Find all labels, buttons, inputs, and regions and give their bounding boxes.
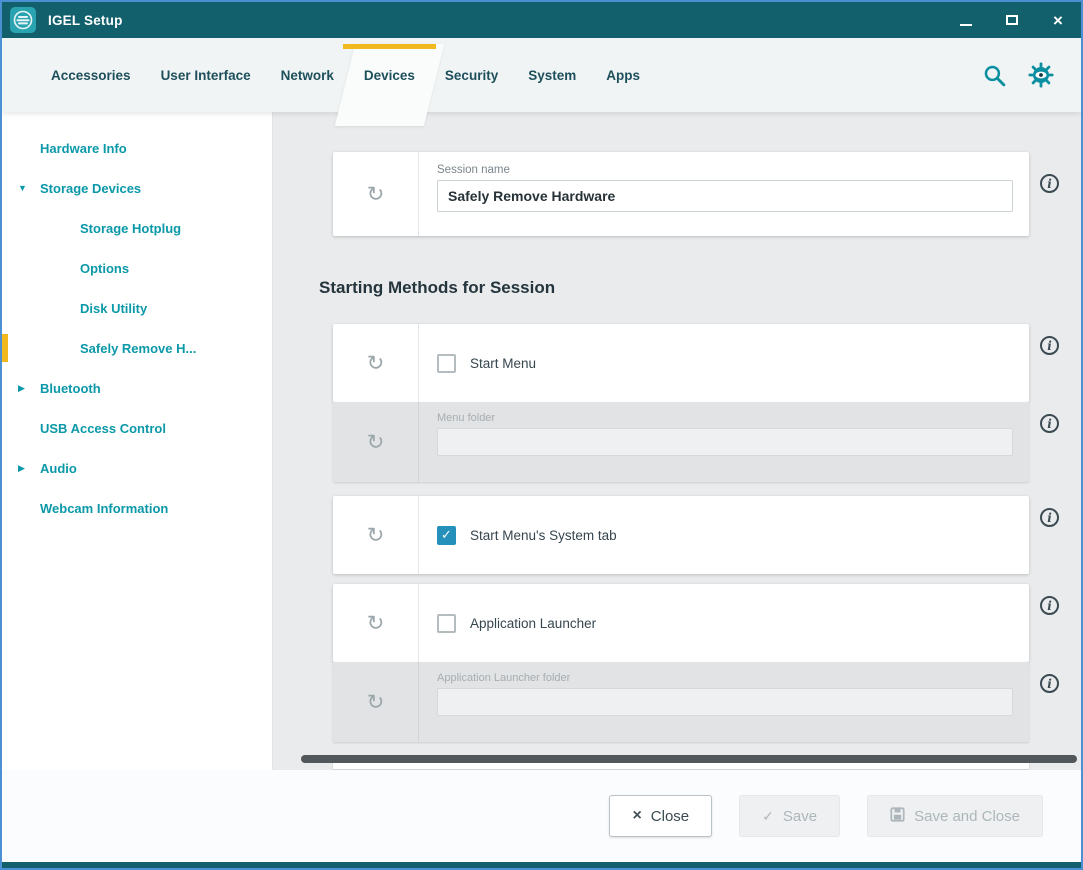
start-menu-system-tab-row: ↻ Start Menu's System tab i [333,496,1059,574]
sidebar-item-audio[interactable]: ▶Audio [2,448,272,488]
save-and-close-button[interactable]: Save and Close [867,795,1043,837]
start-menu-label: Start Menu [470,356,536,371]
sidebar: Hardware Info ▼Storage Devices Storage H… [2,112,273,770]
close-window-button[interactable]: × [1035,2,1081,38]
close-button-label: Close [651,808,689,825]
bottom-strip [2,862,1081,868]
sidebar-item-webcam-information[interactable]: Webcam Information [2,488,272,528]
expander-collapsed-icon[interactable]: ▶ [18,463,32,474]
sidebar-item-options[interactable]: Options [2,248,272,288]
save-button[interactable]: ✓ Save [739,795,840,837]
tab-apps[interactable]: Apps [591,38,655,112]
expander-expanded-icon[interactable]: ▼ [18,183,32,193]
menu-folder-input[interactable] [437,428,1013,456]
tab-bar: Accessories User Interface Network Devic… [2,38,1081,112]
window-body: Hardware Info ▼Storage Devices Storage H… [2,112,1081,770]
application-launcher-folder-info-icon[interactable]: i [1040,674,1059,693]
save-and-close-button-label: Save and Close [914,808,1020,825]
reset-parameter-button[interactable]: ↻ [333,152,419,236]
reset-parameter-button[interactable]: ↻ [333,496,419,574]
igel-logo-icon [10,7,36,33]
reset-icon: ↻ [367,432,385,453]
footer-bar: × Close ✓ Save Save and Close [2,770,1081,862]
maximize-button[interactable] [989,2,1035,38]
menu-folder-row: ↻ Menu folder i [333,402,1059,482]
session-name-row: ↻ Session name i [333,152,1059,236]
session-name-label: Session name [437,164,1013,176]
section-title: Starting Methods for Session [319,278,1059,298]
gear-eye-icon[interactable] [1027,61,1055,89]
settings-panel: ↻ Session name i Starting Methods for Se… [273,112,1081,770]
menu-folder-label: Menu folder [437,412,1013,424]
reset-parameter-button[interactable]: ↻ [333,584,419,662]
application-launcher-info-icon[interactable]: i [1040,596,1059,615]
application-launcher-folder-row: ↻ Application Launcher folder i [333,662,1059,742]
start-menu-row: ↻ Start Menu i [333,324,1059,402]
reset-icon: ↻ [367,353,385,374]
reset-icon: ↻ [367,184,385,205]
application-launcher-folder-label: Application Launcher folder [437,672,1013,684]
search-icon[interactable] [982,63,1007,88]
minimize-button[interactable] [943,2,989,38]
save-disk-icon [890,807,905,825]
application-launcher-checkbox[interactable] [437,614,456,633]
start-menu-system-tab-checkbox[interactable] [437,526,456,545]
start-menu-system-tab-info-icon[interactable]: i [1040,508,1059,527]
sidebar-item-safely-remove-hardware[interactable]: Safely Remove H... [2,328,272,368]
horizontal-scrollbar[interactable] [301,755,1077,763]
reset-icon: ↻ [367,692,385,713]
window-controls: × [943,2,1081,38]
sidebar-item-bluetooth[interactable]: ▶Bluetooth [2,368,272,408]
minimize-icon [960,24,972,26]
reset-parameter-button[interactable]: ↻ [333,662,419,742]
sidebar-item-usb-access-control[interactable]: USB Access Control [2,408,272,448]
start-menu-group: ↻ Start Menu i ↻ Menu folder [319,324,1059,482]
save-button-label: Save [783,808,817,825]
window-close-icon: × [1053,12,1063,29]
session-name-input[interactable] [437,180,1013,212]
menu-folder-info-icon[interactable]: i [1040,414,1059,433]
tabbar-tools [982,38,1081,112]
titlebar: IGEL Setup × [2,2,1081,38]
save-check-icon: ✓ [762,808,774,825]
tab-user-interface[interactable]: User Interface [146,38,266,112]
session-name-card: ↻ Session name [333,152,1029,236]
sidebar-item-storage-hotplug[interactable]: Storage Hotplug [2,208,272,248]
application-launcher-folder-input[interactable] [437,688,1013,716]
reset-parameter-button[interactable]: ↻ [333,402,419,482]
igel-setup-window: IGEL Setup × Accessories User Interface … [0,0,1083,870]
window-title: IGEL Setup [48,13,123,28]
reset-icon: ↻ [367,525,385,546]
session-name-field: Session name [419,152,1029,236]
tab-network[interactable]: Network [266,38,349,112]
tab-accessories[interactable]: Accessories [36,38,146,112]
sidebar-item-storage-devices[interactable]: ▼Storage Devices [2,168,272,208]
application-launcher-row: ↻ Application Launcher i [333,584,1059,662]
close-x-icon: × [632,807,641,825]
sidebar-item-hardware-info[interactable]: Hardware Info [2,128,272,168]
tab-system[interactable]: System [513,38,591,112]
application-launcher-label: Application Launcher [470,616,596,631]
maximize-icon [1006,15,1018,25]
reset-parameter-button[interactable]: ↻ [333,324,419,402]
start-menu-checkbox[interactable] [437,354,456,373]
application-launcher-group: ↻ Application Launcher i ↻ Application L… [319,584,1059,742]
reset-icon: ↻ [367,613,385,634]
close-button[interactable]: × Close [609,795,712,837]
expander-collapsed-icon[interactable]: ▶ [18,383,32,394]
tab-devices[interactable]: Devices [349,38,430,112]
sidebar-item-disk-utility[interactable]: Disk Utility [2,288,272,328]
session-name-info-icon[interactable]: i [1040,174,1059,193]
start-menu-info-icon[interactable]: i [1040,336,1059,355]
start-menu-system-tab-label: Start Menu's System tab [470,528,617,543]
